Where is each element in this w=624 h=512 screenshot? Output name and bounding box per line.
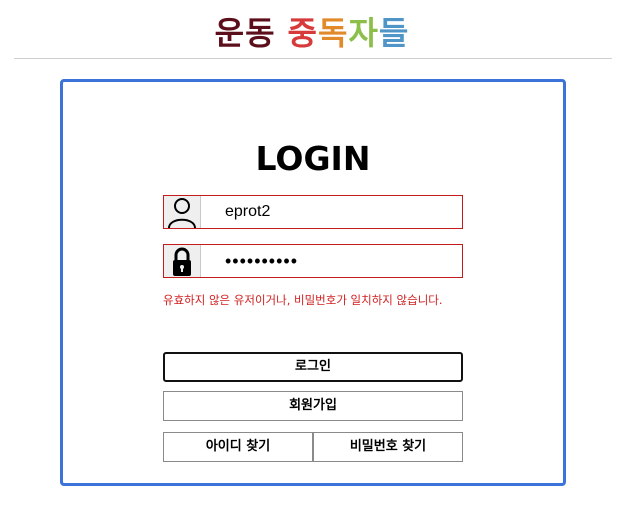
username-input[interactable] (201, 196, 459, 228)
lock-icon (164, 245, 201, 277)
logo-char: 독 (318, 14, 349, 52)
login-error-message: 유효하지 않은 유저이거나, 비밀번호가 일치하지 않습니다. (163, 293, 443, 307)
logo-char: 자 (348, 14, 379, 52)
header: 운동 중독자들 (0, 0, 624, 58)
user-icon (164, 196, 201, 228)
header-divider (14, 58, 612, 59)
login-button[interactable]: 로그인 (163, 352, 463, 382)
find-id-button[interactable]: 아이디 찾기 (163, 432, 313, 462)
find-password-button[interactable]: 비밀번호 찾기 (313, 432, 463, 462)
logo-char: 동 (245, 14, 276, 52)
login-title: LOGIN (255, 139, 371, 178)
logo-char: 들 (378, 14, 410, 52)
site-logo[interactable]: 운동 중독자들 (0, 8, 624, 54)
signup-button[interactable]: 회원가입 (163, 391, 463, 421)
logo-char: 운 (214, 14, 246, 52)
password-field[interactable] (163, 244, 463, 278)
password-input[interactable] (201, 245, 459, 277)
login-card: LOGIN 유효하지 않은 유저이거나, 비밀번호가 일치하지 않습니다. 로그… (60, 79, 566, 486)
logo-char: 중 (287, 14, 318, 52)
username-field[interactable] (163, 195, 463, 229)
